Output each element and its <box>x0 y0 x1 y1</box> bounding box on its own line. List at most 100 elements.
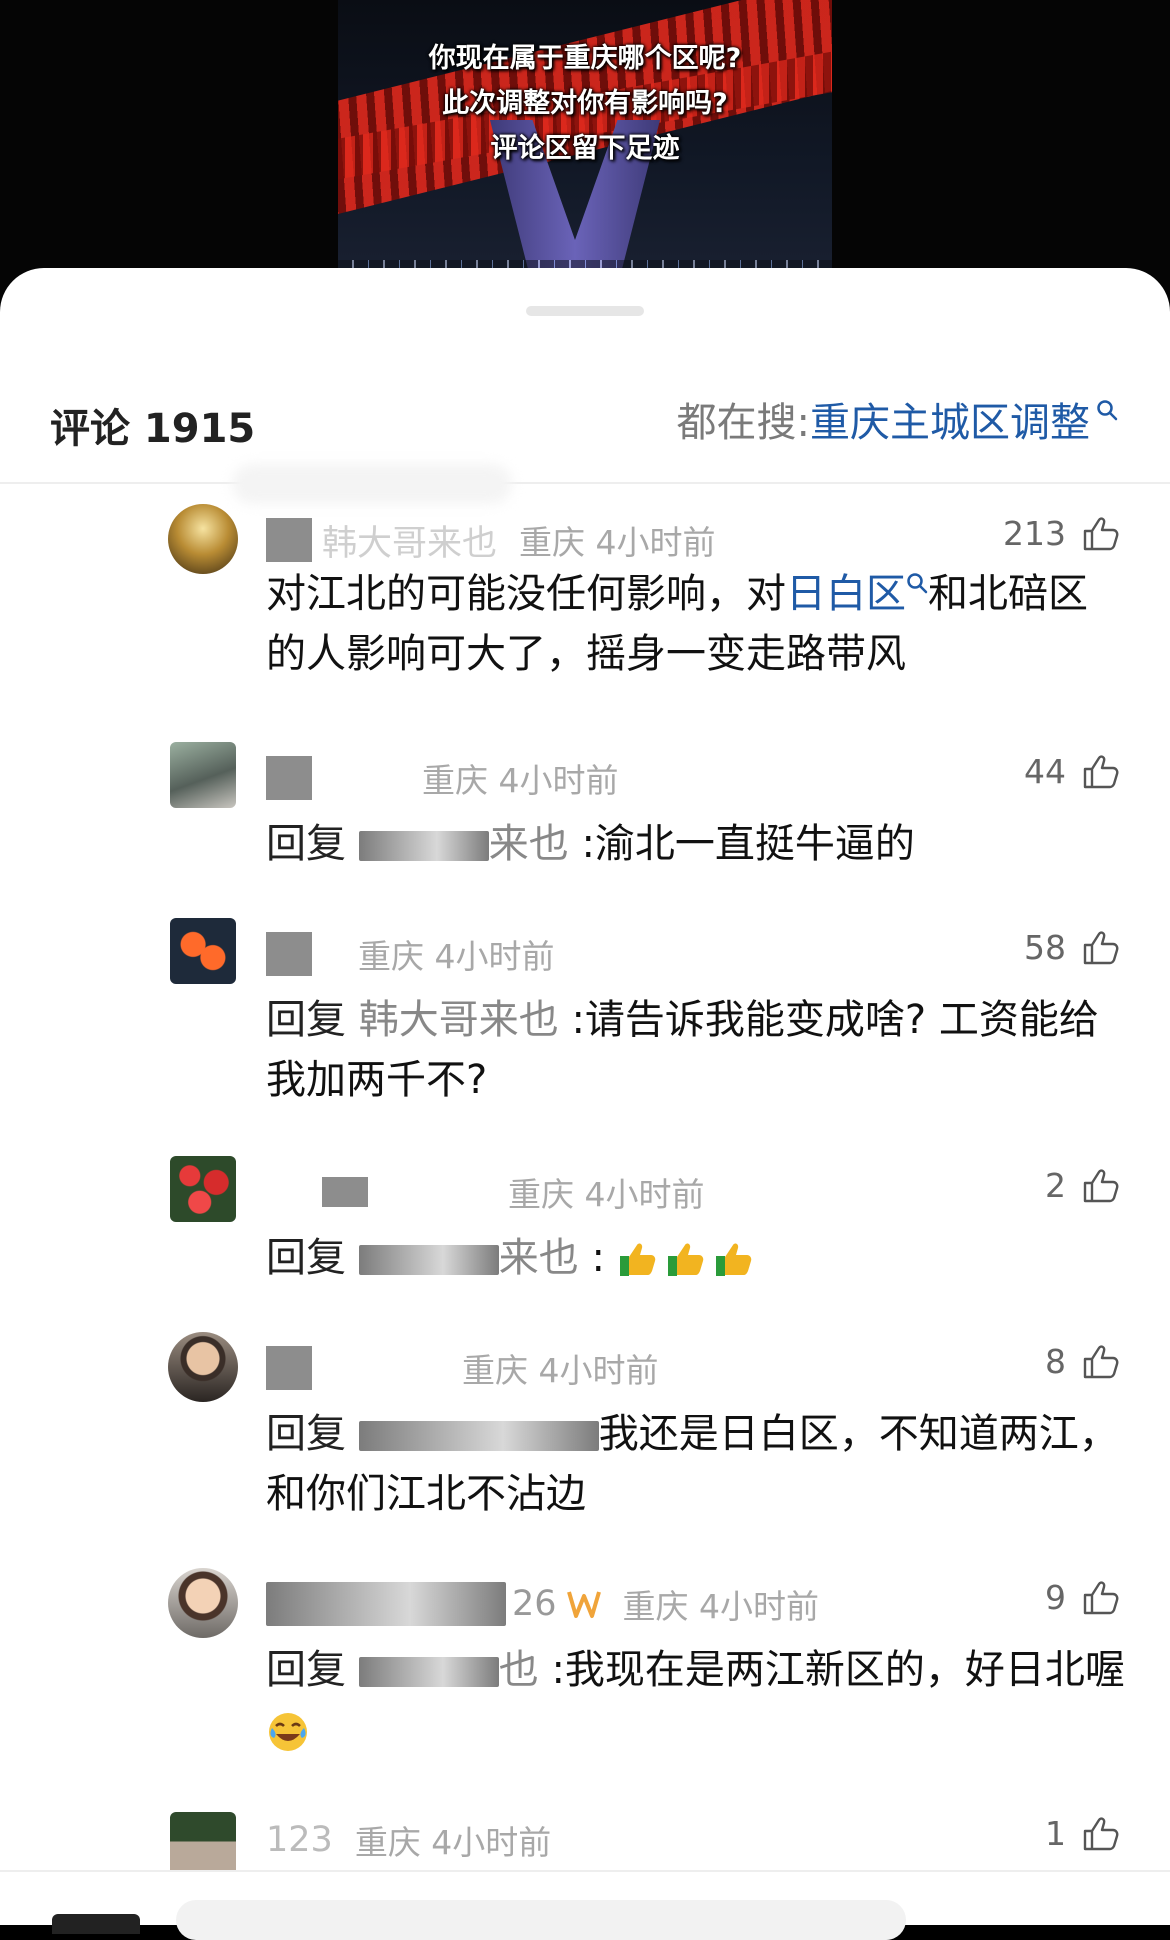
like-button[interactable]: 1 <box>1045 1814 1120 1853</box>
comment-meta: 重庆 4小时前 <box>266 1344 659 1392</box>
comment-text-part: : <box>591 1235 605 1281</box>
username-redaction <box>358 1245 499 1275</box>
username-redaction <box>266 756 312 800</box>
comment-input[interactable] <box>176 1900 906 1940</box>
username[interactable]: 123 <box>266 1820 333 1860</box>
caption-line-3: 评论区留下足迹 <box>490 133 680 164</box>
location-time: 重庆 4小时前 <box>358 937 555 976</box>
header-divider <box>0 482 1170 484</box>
avatar[interactable] <box>168 504 238 574</box>
avatar[interactable] <box>170 742 236 808</box>
location-time: 重庆 4小时前 <box>422 761 619 800</box>
comments-count-title: 评论 1915 <box>50 406 256 452</box>
reply-target[interactable]: 也 <box>499 1647 539 1693</box>
like-button[interactable]: 8 <box>1045 1342 1120 1381</box>
search-icon <box>907 573 928 594</box>
reply-prefix: 回复 <box>266 1235 346 1281</box>
reply-target[interactable]: 韩大哥来也 <box>359 997 559 1043</box>
vip-badge-icon <box>566 1591 601 1618</box>
like-button[interactable]: 9 <box>1045 1578 1120 1617</box>
thumbs-up-icon <box>1083 1344 1119 1378</box>
like-button[interactable]: 44 <box>1024 752 1120 791</box>
username-redaction <box>358 1657 499 1687</box>
location-time: 重庆 4小时前 <box>462 1351 659 1390</box>
username[interactable]: 26 <box>512 1584 557 1624</box>
reply-target[interactable]: 来也 <box>489 821 569 867</box>
comments-header: 评论 1915 都在搜: 重庆主城区调整 <box>0 390 1170 452</box>
avatar[interactable] <box>168 1568 238 1638</box>
avatar[interactable] <box>168 1332 238 1402</box>
like-count: 8 <box>1045 1342 1066 1381</box>
reply-prefix: 回复 <box>266 1647 346 1693</box>
username-redaction <box>266 1346 312 1390</box>
thumbs-up-icon <box>1083 930 1119 964</box>
thumbs-up-icon <box>1083 754 1119 788</box>
thumbs-up-icon <box>1083 1580 1119 1614</box>
search-icon <box>1097 400 1118 421</box>
comment-text: 回复 我还是日白区，不知道两江，和你们江北不沾边 <box>266 1404 1126 1524</box>
my-avatar[interactable] <box>52 1914 140 1934</box>
reply-prefix: 回复 <box>266 1411 346 1457</box>
caption-line-2: 此次调整对你有影响吗? <box>442 88 728 119</box>
thumbs-up-icon <box>1083 1816 1119 1850</box>
username-redaction <box>358 1421 599 1451</box>
thumbs-up-icon <box>1083 1168 1119 1202</box>
like-count: 58 <box>1024 928 1066 967</box>
like-count: 1 <box>1045 1814 1066 1853</box>
like-count: 213 <box>1003 514 1066 553</box>
location-time: 重庆 4小时前 <box>354 1823 552 1862</box>
avatar[interactable] <box>170 1812 236 1878</box>
comment-text: 回复 韩大哥来也 :请告诉我能变成啥? 工资能给我加两千不? <box>266 990 1126 1110</box>
thumbs-up-emoji-icon <box>619 1243 655 1276</box>
like-count: 9 <box>1045 1578 1066 1617</box>
video-area: 你现在属于重庆哪个区呢? 此次调整对你有影响吗? 评论区留下足迹 <box>0 0 1170 300</box>
reply-target[interactable]: 来也 <box>499 1235 579 1281</box>
comment-text: 回复 来也 :渝北一直挺牛逼的 <box>266 814 1126 874</box>
username-redaction <box>266 1582 506 1626</box>
location-time: 重庆 4小时前 <box>622 1587 820 1626</box>
like-button[interactable]: 58 <box>1024 928 1120 967</box>
trending-term-link[interactable]: 重庆主城区调整 <box>810 390 1090 448</box>
comment-meta: 重庆 4小时前 <box>266 1168 705 1216</box>
username-redaction <box>266 932 312 976</box>
comment-text: 对江北的可能没任何影响，对日白区 和北碚区的人影响可大了，摇身一变走路带风 <box>266 564 1126 684</box>
like-button[interactable]: 213 <box>1003 514 1120 553</box>
comment-text: 回复 来也 : <box>266 1228 1126 1288</box>
trending-label: 都在搜: <box>676 400 810 446</box>
like-count: 44 <box>1024 752 1066 791</box>
caption-line-1: 你现在属于重庆哪个区呢? <box>428 43 742 74</box>
comment-text: 回复 也 :我现在是两江新区的，好日北喔 <box>266 1640 1126 1760</box>
video-thumbnail[interactable]: 你现在属于重庆哪个区呢? 此次调整对你有影响吗? 评论区留下足迹 <box>338 0 832 300</box>
comment-meta: 26 重庆 4小时前 <box>266 1580 819 1628</box>
laughing-crying-emoji-icon <box>269 1713 307 1751</box>
comment-meta: 重庆 4小时前 <box>266 930 555 978</box>
comment-text-part: 对江北的可能没任何影响，对 <box>266 571 786 617</box>
username-redaction <box>358 831 489 861</box>
avatar[interactable] <box>170 1156 236 1222</box>
like-button[interactable]: 2 <box>1045 1166 1120 1205</box>
username[interactable]: 韩大哥来也 <box>322 515 497 566</box>
comment-meta: 123 重庆 4小时前 <box>266 1816 551 1864</box>
comment-input-bar <box>0 1870 1170 1940</box>
location-time: 重庆 4小时前 <box>508 1175 705 1214</box>
mention-link[interactable]: 日白区 <box>786 571 906 617</box>
thumbs-up-icon <box>1083 516 1119 550</box>
like-count: 2 <box>1045 1166 1066 1205</box>
comment-text-part: :我现在是两江新区的，好日北喔 <box>551 1647 1125 1693</box>
thumbs-up-emoji-icon <box>667 1243 703 1276</box>
drag-handle[interactable] <box>526 306 644 316</box>
avatar[interactable] <box>170 918 236 984</box>
reply-prefix: 回复 <box>266 997 346 1043</box>
location-time: 重庆 4小时前 <box>519 523 716 562</box>
video-caption: 你现在属于重庆哪个区呢? 此次调整对你有影响吗? 评论区留下足迹 <box>338 36 832 171</box>
comment-text-part: :渝北一直挺牛逼的 <box>581 821 915 867</box>
reply-prefix: 回复 <box>266 821 346 867</box>
comment-meta: 重庆 4小时前 <box>266 754 619 802</box>
thumbs-up-emoji-icon <box>715 1243 751 1276</box>
username-redaction <box>322 1177 368 1207</box>
trending-search[interactable]: 都在搜: 重庆主城区调整 <box>677 390 1118 448</box>
comments-sheet: 评论 1915 都在搜: 重庆主城区调整 韩大哥来也 重庆 4小时前 213 对… <box>0 268 1170 1923</box>
redaction-blur <box>232 464 512 504</box>
username-redaction <box>266 518 312 562</box>
comment-meta: 韩大哥来也 重庆 4小时前 <box>266 516 716 564</box>
